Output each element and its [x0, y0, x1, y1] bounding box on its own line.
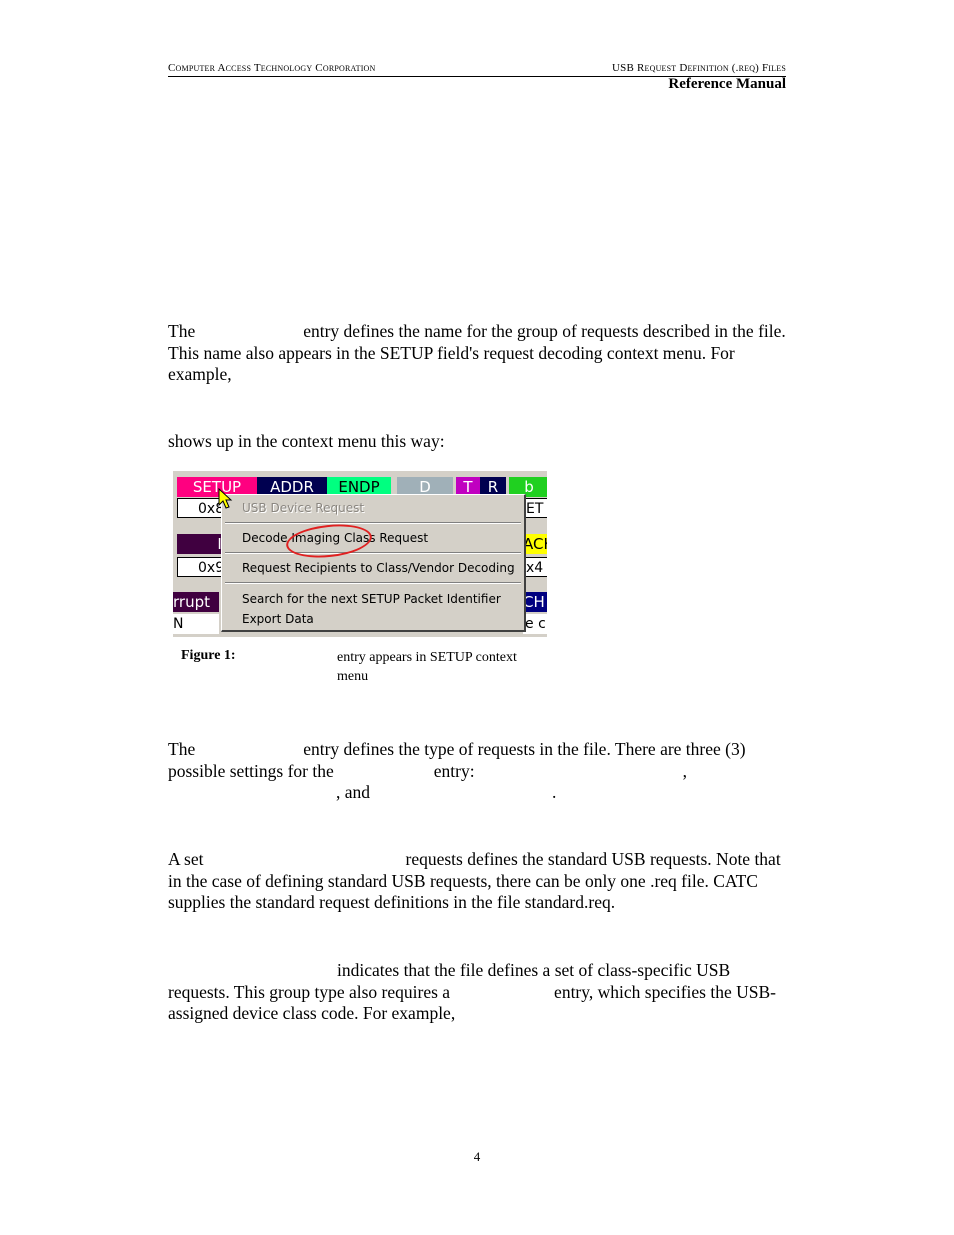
menu-separator	[225, 552, 521, 554]
context-menu-screenshot: SETUP ADDR ENDP D T R b 0x8 ET IN ACK 0x…	[173, 471, 547, 637]
paragraph-standard: A set requests defines the standard USB r…	[168, 849, 786, 914]
text-run: entry defines the name for the group of …	[168, 321, 786, 384]
value-right-1: ET	[523, 498, 547, 518]
figure-caption-label: Figure 1:	[181, 648, 236, 663]
text-run: The	[168, 739, 196, 759]
paragraph-class: indicates that the file defines a set of…	[168, 960, 786, 1025]
mouse-pointer-icon	[218, 488, 233, 509]
menu-item-usb-device-request[interactable]: USB Device Request	[242, 500, 364, 516]
menu-separator	[225, 582, 521, 584]
value-right-2: x4	[523, 557, 547, 577]
paragraph-shows-up: shows up in the context menu this way:	[168, 431, 445, 451]
value-interrupt: N	[173, 614, 219, 634]
paragraph-group-name: The entry defines the name for the group …	[168, 321, 786, 386]
menu-separator	[225, 522, 521, 524]
field-ch: CH	[523, 592, 547, 612]
page-number: 4	[473, 1149, 481, 1164]
text-run: , and	[336, 782, 371, 802]
text-run: requests defines the standard USB reques…	[168, 849, 781, 912]
field-ack: ACK	[523, 534, 547, 554]
text-run: A set	[168, 849, 204, 869]
menu-item-request-recipients[interactable]: Request Recipients to Class/Vendor Decod…	[242, 560, 515, 576]
value-right-3: e c	[523, 614, 547, 634]
running-header-right: USB Request Definition (.req) Files	[612, 62, 786, 74]
text-run: entry:	[433, 760, 475, 781]
running-header-left: Computer Access Technology Corporation	[168, 62, 376, 74]
text-run: ,	[682, 760, 687, 781]
figure-caption-text: entry appears in SETUP context menu	[337, 650, 517, 684]
text-run: .	[552, 782, 557, 802]
text-run: The	[168, 321, 196, 341]
context-menu: USB Device Request Decode Imaging Class …	[221, 494, 526, 632]
field-interrupt: rrupt	[173, 592, 219, 612]
header-subtitle: Reference Manual	[668, 76, 786, 92]
menu-item-export-data[interactable]: Export Data	[242, 611, 314, 627]
paragraph-group-type: The entry defines the type of requests in…	[168, 739, 786, 804]
menu-item-search-setup[interactable]: Search for the next SETUP Packet Identif…	[242, 591, 501, 607]
